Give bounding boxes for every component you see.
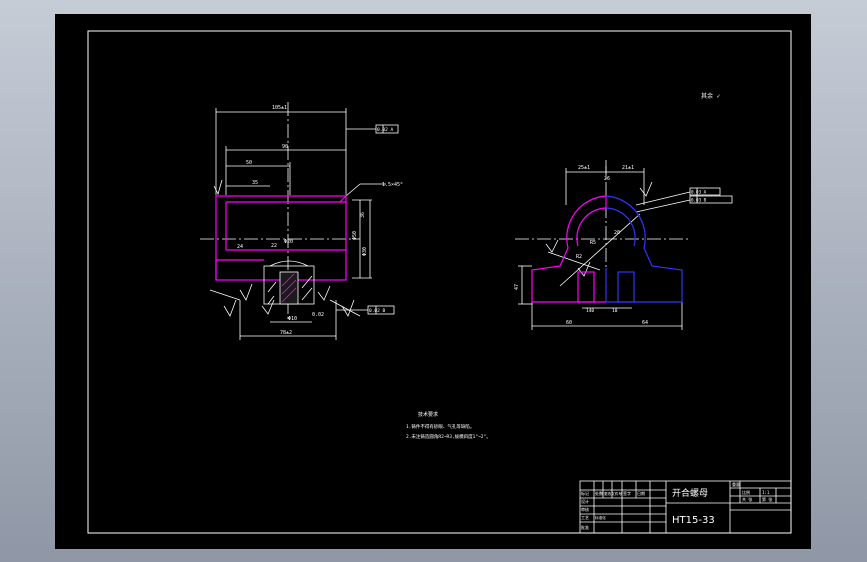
right-view: [515, 160, 733, 330]
svg-text:21±1: 21±1: [622, 165, 634, 171]
svg-text:20: 20: [614, 230, 620, 236]
svg-text:R2: R2: [576, 254, 582, 260]
svg-text:78±2: 78±2: [280, 330, 292, 336]
svg-text:64: 64: [642, 320, 648, 326]
top-right-note: 其余 ✓: [701, 92, 721, 100]
svg-text:开合螺母: 开合螺母: [672, 487, 708, 499]
svg-text:0.02 B: 0.02 B: [369, 308, 386, 314]
svg-text:10: 10: [612, 308, 618, 314]
svg-text:Φ10: Φ10: [288, 316, 297, 322]
svg-text:工艺: 工艺: [581, 515, 589, 520]
svg-text:标准化: 标准化: [595, 515, 606, 520]
left-view-boss: [263, 260, 315, 305]
left-view-body: [215, 195, 347, 281]
left-view-labels: 105±1 90 50 35 24 22 Φ20 1.5×45° 36 Φ10 …: [237, 105, 403, 336]
svg-text:设计: 设计: [581, 498, 589, 504]
svg-text:0.02: 0.02: [312, 312, 324, 318]
svg-text:1:1: 1:1: [762, 490, 770, 495]
svg-text:24: 24: [237, 244, 243, 250]
svg-text:2.未注铸造圆角R2~R3,拔模斜度1°~2°。: 2.未注铸造圆角R2~R3,拔模斜度1°~2°。: [406, 433, 491, 440]
right-view-right-half: [605, 195, 683, 303]
svg-text:审核: 审核: [581, 506, 589, 512]
svg-text:批准: 批准: [581, 524, 589, 530]
svg-text:36: 36: [360, 212, 366, 218]
svg-text:0.03 B: 0.03 B: [691, 198, 707, 203]
right-view-left-half: [531, 195, 607, 303]
svg-text:22: 22: [271, 243, 277, 249]
svg-text:签字: 签字: [623, 490, 631, 496]
svg-text:50: 50: [246, 160, 252, 166]
svg-text:0.02 A: 0.02 A: [377, 127, 394, 133]
svg-text:日期: 日期: [637, 490, 645, 496]
svg-text:1.5×45°: 1.5×45°: [382, 182, 403, 188]
svg-text:1.铸件不得有砂眼、气孔等缺陷。: 1.铸件不得有砂眼、气孔等缺陷。: [406, 423, 474, 430]
svg-text:Φ50: Φ50: [352, 231, 358, 240]
svg-text:更改文件号: 更改文件号: [604, 491, 622, 496]
svg-text:0.03 A: 0.03 A: [691, 190, 707, 195]
svg-text:共 张: 共 张: [742, 496, 752, 502]
technical-notes: 技术要求 1.铸件不得有砂眼、气孔等缺陷。 2.未注铸造圆角R2~R3,拔模斜度…: [406, 411, 491, 440]
svg-text:60: 60: [566, 320, 572, 326]
svg-text:R5: R5: [590, 240, 596, 246]
svg-text:47: 47: [514, 284, 520, 290]
svg-text:第 张: 第 张: [762, 496, 772, 502]
svg-text:HT15-33: HT15-33: [672, 515, 715, 526]
svg-text:25±1: 25±1: [578, 165, 590, 171]
svg-text:140: 140: [586, 308, 594, 314]
svg-text:技术要求: 技术要求: [418, 411, 438, 418]
svg-text:90: 90: [282, 144, 288, 150]
svg-text:Φ20: Φ20: [284, 239, 293, 245]
svg-text:26: 26: [604, 176, 610, 182]
svg-text:比例: 比例: [742, 489, 750, 495]
drawing-sheet: 其余 ✓ 105±1 90 50 35 24 22 Φ20 1.5×45° 36…: [87, 30, 792, 534]
svg-text:处数: 处数: [595, 490, 603, 496]
svg-text:105±1: 105±1: [272, 105, 287, 111]
svg-text:重量: 重量: [732, 481, 740, 487]
svg-text:35: 35: [252, 180, 258, 186]
svg-text:标记: 标记: [581, 490, 589, 496]
drawing-border: [87, 30, 792, 534]
svg-text:Φ30: Φ30: [362, 247, 368, 256]
